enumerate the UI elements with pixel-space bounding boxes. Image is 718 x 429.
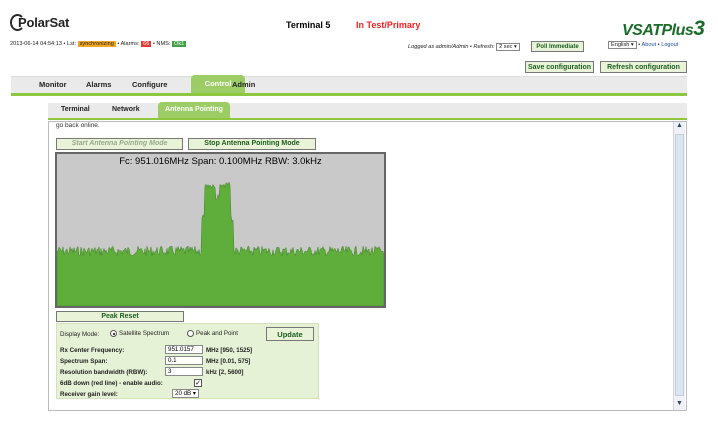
rbw-hint: kHz [2, 5600]: [206, 369, 244, 376]
scroll-thumb[interactable]: [675, 134, 684, 396]
gain-value: 20 dB: [175, 390, 192, 397]
spectrum-trace: [57, 181, 384, 306]
alarms-badge[interactable]: 66: [141, 41, 152, 47]
spectrum-plot: [57, 181, 384, 306]
brand-name: PolarSat: [18, 15, 70, 30]
chevron-down-icon: ▾: [192, 390, 197, 397]
tab-monitor[interactable]: Monitor: [39, 80, 67, 89]
spectrum-display: Fc: 951.016MHz Span: 0.100MHz RBW: 3.0kH…: [55, 152, 386, 308]
display-mode-label: Display Mode:: [60, 331, 100, 338]
refresh-label: • Refresh:: [469, 44, 495, 50]
timestamp: 2013-06-14 04:54:13: [10, 41, 62, 47]
status-line: 2013-06-14 04:54:13 • Lst: synchronizing…: [10, 41, 187, 47]
radio-peak[interactable]: [187, 330, 194, 337]
scroll-up-icon[interactable]: ▲: [674, 122, 685, 132]
subnav-underline: [48, 118, 687, 120]
save-configuration-button[interactable]: Save configuration: [525, 61, 594, 73]
rx-center-frequency-input[interactable]: 951.0157: [165, 345, 203, 354]
refresh-select[interactable]: 2 sec ▾: [496, 43, 520, 51]
alarms-label: • Alarms:: [117, 41, 140, 47]
polarsat-logo: PolarSat: [10, 14, 80, 36]
span-hint: MHz [0.01, 575]: [206, 358, 251, 365]
vsatplus-logo: VSATPlus3: [622, 17, 705, 41]
product-suffix: 3: [693, 17, 705, 40]
update-button[interactable]: Update: [266, 327, 314, 341]
product-name: VSATPlus: [622, 22, 694, 39]
nms-badge: Ok1: [171, 41, 187, 47]
rbw-label: Resolution bandwidth (RBW):: [60, 369, 148, 376]
mode-peak-option[interactable]: Peak and Point: [187, 330, 238, 337]
span-label: Spectrum Span:: [60, 358, 108, 365]
peak-reset-button[interactable]: Peak Reset: [56, 311, 184, 322]
tab-antenna-pointing[interactable]: Antenna Pointing: [158, 102, 230, 118]
language-value: English: [611, 42, 630, 48]
tab-alarms[interactable]: Alarms: [86, 80, 111, 89]
vertical-scrollbar[interactable]: ▲ ▼: [673, 122, 685, 410]
audio-label: 6dB down (red line) - enable audio:: [60, 380, 163, 387]
start-antenna-pointing-button[interactable]: Start Antenna Pointing Mode: [56, 138, 183, 150]
rx-label: Rx Center Frequency:: [60, 347, 125, 354]
logout-link[interactable]: Logout: [661, 42, 678, 48]
main-nav: Monitor Alarms Configure Control Admin: [11, 75, 687, 93]
refresh-value: 2 sec: [499, 44, 513, 50]
tab-terminal[interactable]: Terminal: [61, 106, 90, 113]
sub-nav: Terminal Network Antenna Pointing: [48, 102, 687, 118]
spectrum-title: Fc: 951.016MHz Span: 0.100MHz RBW: 3.0kH…: [119, 156, 322, 167]
about-link[interactable]: About: [642, 42, 657, 48]
chevron-down-icon: ▾: [630, 42, 634, 48]
scroll-down-icon[interactable]: ▼: [674, 400, 685, 410]
receiver-gain-select[interactable]: 20 dB ▾: [172, 389, 200, 398]
tab-configure[interactable]: Configure: [132, 80, 167, 89]
chevron-down-icon: ▾: [514, 44, 517, 50]
mode-spectrum-label: Satellite Spectrum: [119, 330, 170, 338]
rbw-input[interactable]: 3: [165, 367, 203, 376]
gain-label: Receiver gain level:: [60, 391, 118, 398]
terminal-name: Terminal 5: [286, 20, 331, 30]
radio-spectrum[interactable]: [110, 330, 117, 337]
lstat-badge: synchronizing: [77, 41, 116, 47]
nms-label: • NMS:: [152, 41, 171, 47]
stop-antenna-pointing-button[interactable]: Stop Antenna Pointing Mode: [188, 138, 316, 150]
refresh-configuration-button[interactable]: Refresh configuration: [600, 61, 687, 73]
audio-checkbox[interactable]: ✓: [194, 379, 202, 387]
poll-immediate-button[interactable]: Poll Immediate: [531, 41, 584, 52]
language-select[interactable]: English ▾: [608, 41, 637, 49]
tab-admin[interactable]: Admin: [232, 80, 255, 89]
terminal-mode: In Test/Primary: [356, 20, 421, 30]
tab-network[interactable]: Network: [112, 106, 140, 113]
online-text: go back online.: [56, 122, 100, 129]
spectrum-span-input[interactable]: 0.1: [165, 356, 203, 365]
login-line: Logged as admin/Admin • Refresh: 2 sec ▾: [408, 43, 520, 51]
rx-hint: MHz [950, 1525]: [206, 347, 253, 354]
mode-spectrum-option[interactable]: Satellite Spectrum: [110, 330, 169, 337]
mode-peak-label: Peak and Point: [196, 330, 238, 338]
lstat-label: • Lst:: [63, 41, 77, 47]
language-links: English ▾ • About • Logout: [608, 41, 678, 49]
nav-underline: [11, 93, 687, 96]
logged-in-text: Logged as admin/Admin: [408, 44, 469, 50]
